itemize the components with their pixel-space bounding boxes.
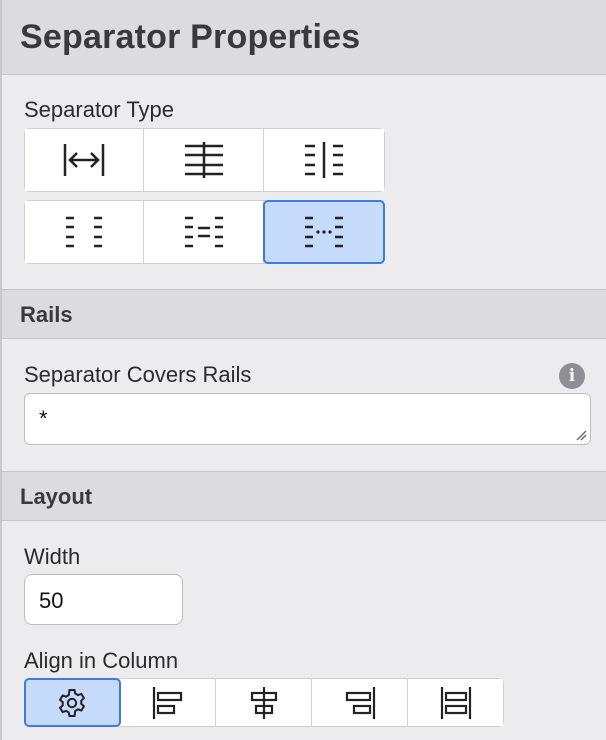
layout-section-header: Layout	[2, 471, 606, 521]
align-option-left[interactable]	[120, 679, 216, 726]
align-in-column-label: Align in Column	[24, 648, 179, 673]
gear-icon	[56, 687, 88, 719]
separator-type-option-columns[interactable]	[25, 201, 144, 263]
dashed-solid-dashed-icon	[302, 141, 346, 179]
separator-type-option-dashed-solid[interactable]	[264, 129, 384, 191]
horizontal-rule-lines-icon	[182, 141, 226, 179]
separator-covers-rails-field[interactable]: *	[24, 393, 591, 445]
panel-title: Separator Properties	[20, 18, 361, 56]
separator-type-option-dots[interactable]	[263, 200, 385, 264]
width-label: Width	[24, 544, 81, 569]
align-in-column-control	[24, 678, 504, 727]
align-left-icon	[151, 686, 185, 720]
dashed-equals-icon	[182, 213, 226, 251]
align-option-center[interactable]	[216, 679, 312, 726]
layout-section-title: Layout	[20, 484, 93, 509]
align-right-icon	[343, 686, 377, 720]
separator-type-option-arrows[interactable]	[25, 129, 144, 191]
info-icon[interactable]: i	[559, 363, 585, 389]
separator-covers-rails-value: *	[39, 406, 48, 431]
align-justify-icon	[439, 686, 473, 720]
separator-properties-panel: Separator Properties Separator Type Rail…	[0, 0, 606, 740]
separator-type-label: Separator Type	[24, 97, 175, 122]
width-field[interactable]: 50	[24, 574, 183, 625]
dashed-dots-icon	[302, 213, 346, 251]
rails-section-title: Rails	[20, 302, 73, 327]
rails-section-header: Rails	[2, 289, 606, 339]
separator-type-row-1	[24, 128, 385, 192]
dashed-columns-icon	[62, 213, 106, 251]
panel-title-bar: Separator Properties	[2, 0, 606, 75]
align-center-icon	[247, 686, 281, 720]
align-option-auto[interactable]	[24, 678, 121, 727]
align-option-justify[interactable]	[408, 679, 503, 726]
resize-grip-icon[interactable]	[575, 429, 587, 441]
separator-type-option-rule[interactable]	[144, 129, 264, 191]
arrows-between-bars-icon	[62, 142, 106, 178]
separator-type-option-equals[interactable]	[144, 201, 264, 263]
width-value: 50	[39, 588, 64, 613]
separator-covers-rails-label: Separator Covers Rails	[24, 362, 252, 387]
separator-type-row-2	[24, 200, 385, 264]
align-option-right[interactable]	[312, 679, 408, 726]
